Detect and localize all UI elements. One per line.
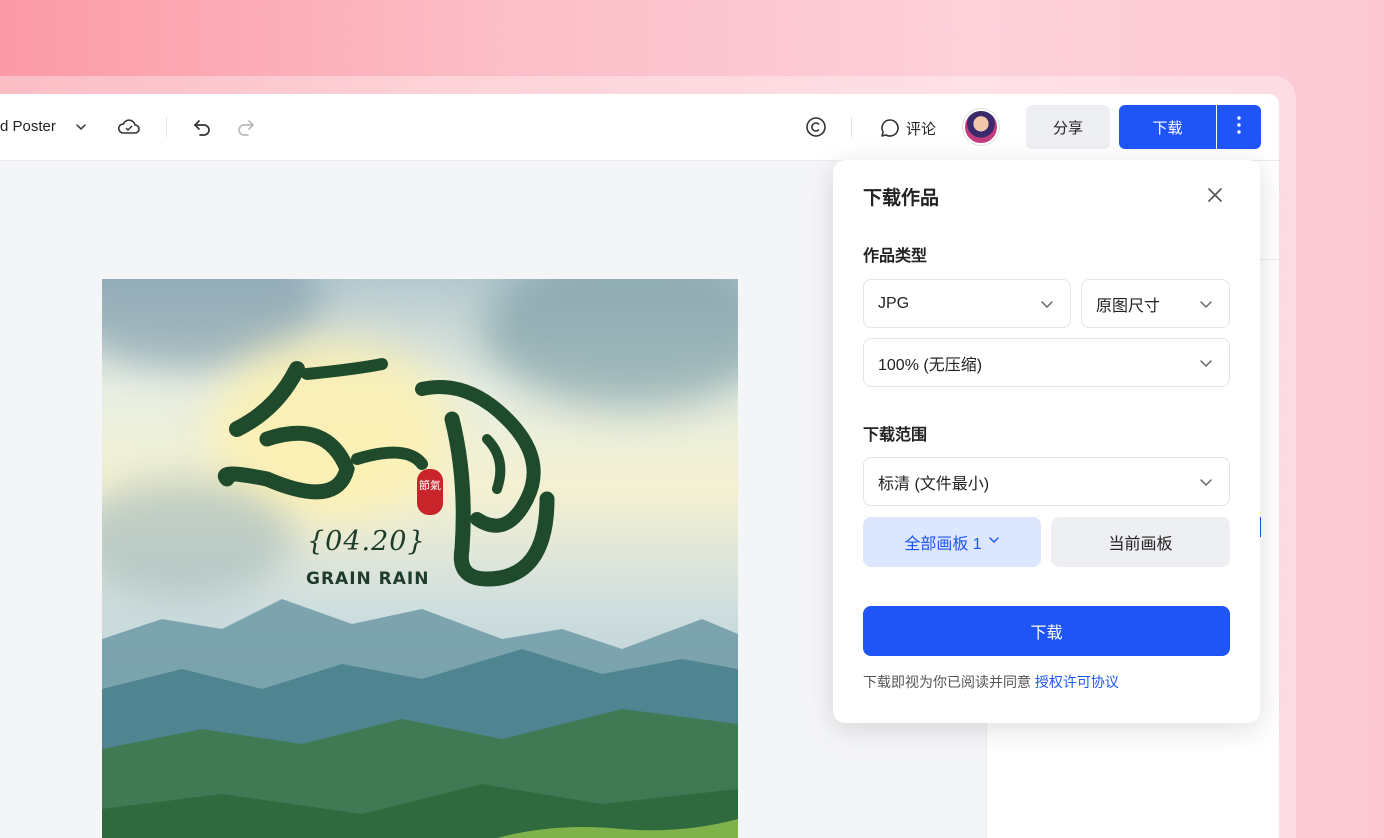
type-section-label: 作品类型 <box>863 248 928 265</box>
license-agreement-link[interactable]: 授权许可协议 <box>1035 674 1119 690</box>
quality-select[interactable]: 100% (无压缩) <box>863 338 1230 387</box>
poster-subtitle: GRAIN RAIN <box>306 569 430 589</box>
range-section-label: 下载范围 <box>863 427 928 444</box>
poster-calligraphy-title: 節氣 <box>217 358 555 587</box>
document-title[interactable]: d Poster <box>0 118 56 135</box>
popover-title: 下载作品 <box>863 188 940 209</box>
chevron-down-icon <box>1199 475 1213 494</box>
all-boards-label: 全部画板 1 <box>904 536 982 553</box>
top-toolbar: d Poster 评论 分享 下载 <box>0 94 1279 161</box>
current-board-option[interactable]: 当前画板 <box>1051 517 1230 567</box>
chevron-down-icon[interactable] <box>74 120 88 139</box>
share-button[interactable]: 分享 <box>1026 105 1110 149</box>
quality-select-value: 100% (无压缩) <box>878 356 983 374</box>
undo-icon[interactable] <box>191 116 213 138</box>
download-more-button[interactable] <box>1217 105 1261 149</box>
toolbar-divider <box>166 117 167 137</box>
cloud-sync-icon[interactable] <box>117 116 141 138</box>
chevron-down-icon <box>988 533 1000 551</box>
toolbar-divider <box>851 117 852 137</box>
more-vertical-icon <box>1236 115 1242 140</box>
format-select-value: JPG <box>878 294 910 312</box>
poster-canvas[interactable]: 節氣 {04.20} GRAIN RAIN <box>102 279 738 838</box>
chevron-down-icon <box>1199 356 1213 375</box>
format-select[interactable]: JPG <box>863 279 1071 328</box>
poster-mountains <box>102 599 738 838</box>
comment-button-label[interactable]: 评论 <box>906 118 936 139</box>
resolution-select-value: 标清 (文件最小) <box>878 475 990 493</box>
download-popover: 下载作品 作品类型 JPG 原图尺寸 100% (无压缩) 下载范围 标清 (文… <box>833 160 1260 723</box>
chevron-down-icon <box>1040 297 1054 316</box>
size-select-value: 原图尺寸 <box>1096 297 1161 315</box>
agreement-notice: 下载即视为你已阅读并同意 授权许可协议 <box>863 672 1119 692</box>
copyright-icon[interactable] <box>805 116 827 138</box>
poster-date: {04.20} <box>307 526 426 557</box>
resolution-select[interactable]: 标清 (文件最小) <box>863 457 1230 506</box>
agreement-text: 下载即视为你已阅读并同意 <box>863 674 1031 690</box>
poster-seal: 節氣 <box>419 478 441 492</box>
redo-icon[interactable] <box>235 116 257 138</box>
popover-download-button[interactable]: 下载 <box>863 606 1230 656</box>
download-button[interactable]: 下载 <box>1119 105 1216 149</box>
size-select[interactable]: 原图尺寸 <box>1081 279 1230 328</box>
all-boards-option[interactable]: 全部画板 1 <box>863 517 1041 567</box>
chevron-down-icon <box>1199 297 1213 316</box>
avatar[interactable] <box>963 109 999 145</box>
close-icon[interactable] <box>1205 185 1225 205</box>
comment-icon[interactable] <box>879 117 901 139</box>
